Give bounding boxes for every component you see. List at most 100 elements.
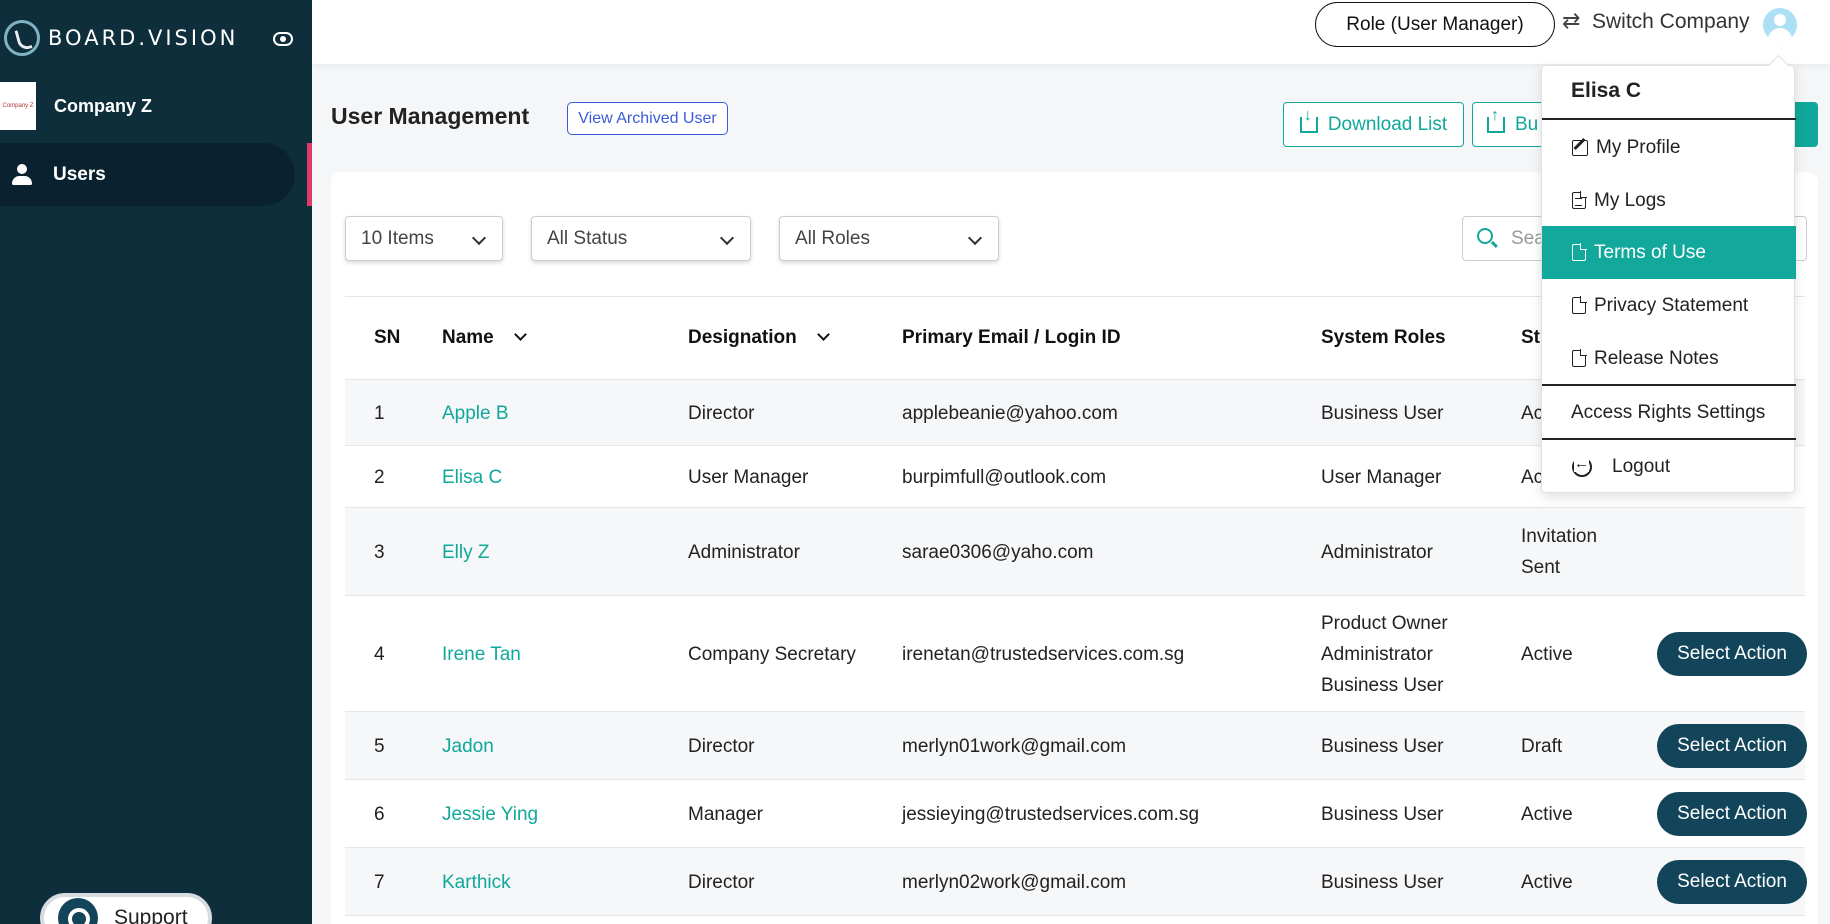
cell-sn: 1 bbox=[374, 403, 385, 424]
status-text: Ac bbox=[1521, 467, 1544, 488]
sort-chevron-icon[interactable] bbox=[513, 328, 527, 341]
switch-company-label: Switch Company bbox=[1592, 10, 1750, 33]
menu-item-label: My Logs bbox=[1594, 189, 1666, 211]
cell-email: burpimfull@outlook.com bbox=[902, 467, 1107, 488]
cell-status: Ac bbox=[1521, 462, 1543, 493]
cell-system-roles: Business User bbox=[1321, 799, 1444, 830]
cell-designation: Administrator bbox=[688, 542, 800, 563]
cell-email: sarae0306@yaho.com bbox=[902, 542, 1094, 563]
cell-email: applebeanie@yahoo.com bbox=[902, 403, 1118, 424]
support-icon bbox=[58, 898, 98, 924]
cell-sn: 3 bbox=[374, 542, 385, 563]
user-name-link[interactable]: Elisa C bbox=[442, 462, 502, 493]
document-icon bbox=[1572, 243, 1587, 261]
sidebar: BOARD.VISION Company Z Company Z Users S… bbox=[0, 0, 312, 924]
sort-chevron-icon[interactable] bbox=[816, 328, 830, 341]
cell-designation: Company Secretary bbox=[688, 644, 856, 665]
support-button[interactable]: Support bbox=[40, 893, 212, 924]
user-name-link[interactable]: Apple B bbox=[442, 398, 509, 429]
active-nav-indicator bbox=[307, 143, 312, 206]
profile-dropdown: Elisa C My Profile My Logs Terms of Use … bbox=[1541, 65, 1796, 493]
chevron-down-icon bbox=[967, 230, 983, 246]
status-text: Invitation bbox=[1521, 526, 1598, 547]
brand-logo[interactable]: BOARD.VISION bbox=[4, 20, 238, 56]
chevron-down-icon bbox=[719, 230, 735, 246]
cell-email: merlyn01work@gmail.com bbox=[902, 736, 1127, 757]
cell-system-roles: Business User bbox=[1321, 398, 1444, 429]
menu-item-my-logs[interactable]: My Logs bbox=[1542, 174, 1796, 227]
menu-item-release-notes[interactable]: Release Notes bbox=[1542, 332, 1796, 385]
system-role: Business User bbox=[1321, 736, 1444, 757]
status-text: Ac bbox=[1521, 403, 1544, 424]
user-name-link[interactable]: Irene Tan bbox=[442, 639, 521, 670]
edit-icon bbox=[1572, 139, 1588, 156]
cell-status: Invitation Sent bbox=[1521, 521, 1597, 583]
roles-filter-select[interactable]: All Roles bbox=[779, 216, 999, 261]
cell-designation: Director bbox=[688, 736, 755, 757]
cell-designation: Manager bbox=[688, 804, 763, 825]
cell-sn: 6 bbox=[374, 804, 385, 825]
document-icon bbox=[1572, 296, 1587, 314]
cell-designation: User Manager bbox=[688, 467, 809, 488]
table-row: 5 Jadon Director merlyn01work@gmail.com Busi… bbox=[345, 712, 1807, 780]
avatar[interactable] bbox=[1763, 8, 1797, 42]
bulk-label: Bu bbox=[1515, 113, 1539, 135]
select-action-button[interactable]: Select Action bbox=[1657, 860, 1807, 904]
support-label: Support bbox=[114, 906, 188, 924]
sidebar-item-users[interactable]: Users bbox=[0, 143, 295, 206]
table-row: 6 Jessie Ying Manager jessieying@trustedser… bbox=[345, 780, 1807, 848]
roles-filter-value: All Roles bbox=[795, 227, 870, 249]
user-name-link[interactable]: Jadon bbox=[442, 731, 494, 762]
select-action-button[interactable]: Select Action bbox=[1657, 724, 1807, 768]
download-list-button[interactable]: Download List bbox=[1283, 102, 1464, 147]
select-action-button[interactable]: Select Action bbox=[1657, 632, 1807, 676]
menu-item-my-profile[interactable]: My Profile bbox=[1542, 121, 1796, 174]
status-text: Active bbox=[1521, 644, 1573, 665]
status-filter-value: All Status bbox=[547, 227, 628, 249]
menu-item-privacy-statement[interactable]: Privacy Statement bbox=[1542, 279, 1796, 332]
cell-sn: 2 bbox=[374, 467, 385, 488]
cell-system-roles: Administrator bbox=[1321, 537, 1433, 568]
cell-sn: 4 bbox=[374, 644, 385, 665]
sidebar-toggle-icon[interactable] bbox=[273, 32, 293, 46]
cell-system-roles: Business User bbox=[1321, 731, 1444, 762]
switch-company-button[interactable]: Switch Company bbox=[1562, 8, 1750, 34]
status-text: Sent bbox=[1521, 557, 1561, 578]
system-role: Business User bbox=[1321, 675, 1444, 696]
status-filter-select[interactable]: All Status bbox=[531, 216, 751, 261]
menu-item-label: Release Notes bbox=[1594, 347, 1719, 369]
cell-status: Active bbox=[1521, 799, 1573, 830]
items-per-page-select[interactable]: 10 Items bbox=[345, 216, 503, 261]
cell-email: merlyn02work@gmail.com bbox=[902, 872, 1127, 893]
user-icon bbox=[12, 163, 32, 186]
cell-system-roles: User Manager bbox=[1321, 462, 1441, 493]
role-button[interactable]: Role (User Manager) bbox=[1315, 2, 1555, 47]
header-name[interactable]: Name bbox=[442, 327, 527, 349]
cell-designation: Director bbox=[688, 872, 755, 893]
cell-designation: Director bbox=[688, 403, 755, 424]
header-sn: SN bbox=[374, 327, 401, 348]
chevron-down-icon bbox=[471, 230, 487, 246]
header-system-roles: System Roles bbox=[1321, 327, 1446, 348]
board-vision-logo-icon bbox=[4, 20, 40, 56]
menu-item-terms-of-use[interactable]: Terms of Use bbox=[1542, 226, 1796, 279]
company-name: Company Z bbox=[54, 95, 153, 116]
menu-item-access-rights[interactable]: Access Rights Settings bbox=[1542, 386, 1796, 439]
system-role: Administrator bbox=[1321, 644, 1433, 665]
header-name-label: Name bbox=[442, 327, 494, 348]
system-role: Administrator bbox=[1321, 542, 1433, 563]
table-row: 7 Karthick Director merlyn02work@gmail.com B… bbox=[345, 848, 1807, 916]
user-name-link[interactable]: Karthick bbox=[442, 867, 511, 898]
user-name-link[interactable]: Jessie Ying bbox=[442, 799, 538, 830]
document-lines-icon bbox=[1572, 191, 1587, 209]
user-name-link[interactable]: Elly Z bbox=[442, 537, 490, 568]
view-archived-user-button[interactable]: View Archived User bbox=[567, 102, 728, 135]
menu-item-label: Logout bbox=[1612, 455, 1671, 477]
company-logo: Company Z bbox=[0, 82, 36, 130]
menu-item-logout[interactable]: Logout bbox=[1542, 440, 1796, 493]
header-designation[interactable]: Designation bbox=[688, 327, 830, 349]
status-text: Active bbox=[1521, 872, 1573, 893]
company-selector[interactable]: Company Z Company Z bbox=[0, 82, 152, 130]
download-icon bbox=[1299, 107, 1318, 133]
select-action-button[interactable]: Select Action bbox=[1657, 792, 1807, 836]
